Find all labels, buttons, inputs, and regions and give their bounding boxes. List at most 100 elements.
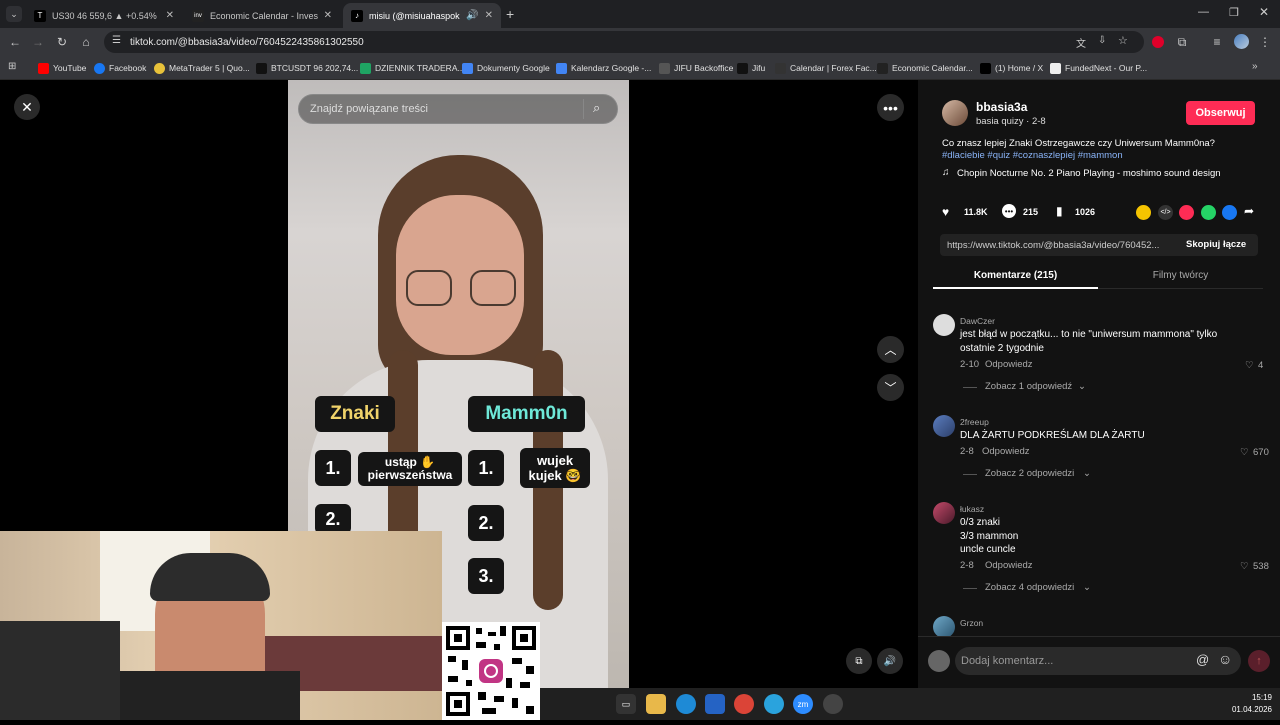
bookmark-dziennik[interactable]: DZIENNIK TRADERA... — [360, 60, 465, 76]
avatar[interactable] — [1234, 34, 1249, 49]
bookmark-x[interactable]: (1) Home / X — [980, 60, 1043, 76]
bookmark-youtube[interactable]: YouTube — [38, 60, 86, 76]
previous-video-icon[interactable]: ︿ — [877, 336, 904, 363]
folder-icon[interactable] — [646, 694, 666, 714]
volume-icon[interactable]: 🔊 — [877, 648, 903, 674]
mention-icon[interactable]: @ — [1196, 652, 1209, 667]
extension-icon[interactable] — [1152, 36, 1164, 48]
view-replies-button[interactable]: Zobacz 4 odpowiedzi — [985, 582, 1074, 593]
user-avatar[interactable] — [928, 650, 950, 672]
view-replies-button[interactable]: Zobacz 1 odpowiedź — [985, 381, 1072, 392]
maximize-icon[interactable]: ❐ — [1229, 6, 1239, 19]
tab-comments[interactable]: Komentarze (215) — [933, 270, 1098, 281]
comment-icon[interactable]: ••• — [1002, 204, 1016, 218]
reply-button[interactable]: Odpowiedz — [985, 560, 1033, 571]
reload-icon[interactable]: ↻ — [53, 33, 71, 51]
bookmark-star-icon[interactable]: ☆ — [1118, 34, 1128, 47]
tab-creator-videos[interactable]: Filmy twórcy — [1098, 270, 1263, 281]
bookmark-jifu[interactable]: Jifu — [737, 60, 765, 76]
bookmark-metatrader[interactable]: MetaTrader 5 | Quo... — [154, 60, 250, 76]
video-hashtags[interactable]: #dlaciebie #quiz #coznaszlepiej #mammon — [942, 150, 1262, 162]
comment-avatar[interactable] — [933, 314, 955, 336]
author-avatar[interactable] — [942, 100, 968, 126]
comment-avatar[interactable] — [933, 415, 955, 437]
bookmark-icon[interactable]: ▮ — [1056, 204, 1063, 218]
edge-icon[interactable] — [676, 694, 696, 714]
heart-icon[interactable]: ♡ — [1245, 360, 1254, 371]
bookmark-forexfactory[interactable]: Calendar | Forex Fac... — [775, 60, 877, 76]
tab-us30[interactable]: T US30 46 559,6 ▲ +0.54% Bez n ✕ — [26, 3, 182, 28]
close-icon[interactable]: ✕ — [166, 10, 174, 21]
tab-search-icon[interactable]: ⌄ — [6, 6, 22, 22]
close-icon[interactable]: ✕ — [485, 10, 493, 21]
bookmark-fundednext[interactable]: FundedNext - Our P... — [1050, 60, 1147, 76]
extensions-puzzle-icon[interactable]: ⧉ — [1173, 33, 1191, 51]
install-icon[interactable]: ⇩ — [1098, 35, 1106, 46]
telegram-icon[interactable] — [764, 694, 784, 714]
whatsapp-icon[interactable] — [1201, 205, 1216, 220]
file-explorer-icon[interactable]: ▭ — [616, 694, 636, 714]
facebook-icon[interactable] — [1222, 205, 1237, 220]
apps-icon[interactable]: ⊞ — [8, 61, 16, 72]
comment-username[interactable]: Grzon — [960, 618, 983, 628]
embed-icon[interactable]: </> — [1158, 205, 1173, 220]
comment-avatar[interactable] — [933, 502, 955, 524]
more-options-icon[interactable]: ••• — [877, 94, 904, 121]
post-comment-button[interactable]: ↑ — [1248, 650, 1270, 672]
close-icon[interactable]: ✕ — [324, 10, 332, 21]
heart-icon[interactable]: ♡ — [1240, 561, 1249, 572]
more-bookmarks-icon[interactable]: » — [1252, 61, 1258, 72]
next-video-icon[interactable]: ﹀ — [877, 374, 904, 401]
tab-tiktok[interactable]: ♪ misiu (@misiuahaspoko) | T 🔊 ✕ — [343, 3, 501, 28]
obs-icon[interactable] — [823, 694, 843, 714]
address-bar[interactable]: ☰ tiktok.com/@bbasia3a/video/76045224358… — [104, 31, 1144, 53]
bookmark-docs[interactable]: Dokumenty Google — [462, 60, 550, 76]
heart-icon[interactable]: ♡ — [1240, 447, 1249, 458]
new-tab-icon[interactable]: + — [506, 6, 514, 22]
view-replies-button[interactable]: Zobacz 2 odpowiedzi — [985, 468, 1074, 479]
related-search-input[interactable]: Znajdź powiązane treści ⌕ — [298, 94, 618, 124]
site-info-icon[interactable]: ☰ — [112, 35, 121, 46]
music-title[interactable]: Chopin Nocturne No. 2 Piano Playing - mo… — [957, 168, 1221, 179]
chevron-down-icon[interactable]: ⌄ — [1078, 381, 1086, 392]
media-icon[interactable]: ≡ — [1208, 33, 1226, 51]
bookmark-btcusdt[interactable]: BTCUSDT 96 202,74... — [256, 60, 358, 76]
comment-username[interactable]: łukasz — [960, 504, 984, 514]
comment-input[interactable]: Dodaj komentarz... @ ☺ — [955, 647, 1241, 675]
window-close-icon[interactable]: ✕ — [1259, 5, 1269, 19]
store-icon[interactable] — [705, 694, 725, 714]
share-icon[interactable]: ➦ — [1244, 204, 1254, 218]
menu-icon[interactable]: ⋮ — [1256, 33, 1274, 51]
follow-button[interactable]: Obserwuj — [1186, 101, 1255, 125]
bookmark-investing[interactable]: Economic Calendar... — [877, 60, 973, 76]
like-icon[interactable]: ♥ — [942, 205, 949, 219]
translate-icon[interactable]: 文 — [1076, 35, 1086, 50]
bookmark-facebook[interactable]: Facebook — [94, 60, 146, 76]
close-video-button[interactable]: ✕ — [14, 94, 40, 120]
send-icon[interactable] — [1179, 205, 1194, 220]
minimize-icon[interactable]: — — [1198, 6, 1209, 18]
search-icon[interactable]: ⌕ — [593, 100, 600, 116]
zoom-icon[interactable]: zm — [793, 694, 813, 714]
reply-button[interactable]: Odpowiedz — [985, 359, 1033, 370]
pip-icon[interactable]: ⧉ — [846, 648, 872, 674]
back-icon[interactable]: ← — [6, 33, 24, 51]
audio-icon[interactable]: 🔊 — [466, 10, 478, 21]
bookmark-calendar[interactable]: Kalendarz Google -... — [556, 60, 651, 76]
bookmark-jifu-backoffice[interactable]: JIFU Backoffice — [659, 60, 733, 76]
comment-username[interactable]: 2freeup — [960, 417, 989, 427]
copy-link-button[interactable]: Skopiuj łącze — [1186, 239, 1246, 250]
video-link-field[interactable]: https://www.tiktok.com/@bbasia3a/video/7… — [940, 234, 1258, 256]
reply-button[interactable]: Odpowiedz — [982, 446, 1030, 457]
tab-economic-calendar[interactable]: inv Economic Calendar - Investing. ✕ — [184, 3, 340, 28]
comment-avatar[interactable] — [933, 616, 955, 636]
comment-username[interactable]: DawCzer — [960, 316, 995, 326]
chevron-down-icon[interactable]: ⌄ — [1083, 582, 1091, 593]
repost-icon[interactable] — [1136, 205, 1151, 220]
emoji-icon[interactable]: ☺ — [1218, 651, 1232, 667]
home-icon[interactable]: ⌂ — [77, 33, 95, 51]
chrome-icon[interactable] — [734, 694, 754, 714]
chevron-down-icon[interactable]: ⌄ — [1083, 468, 1091, 479]
author-username[interactable]: bbasia3a — [976, 100, 1027, 114]
forward-icon[interactable]: → — [29, 33, 47, 51]
